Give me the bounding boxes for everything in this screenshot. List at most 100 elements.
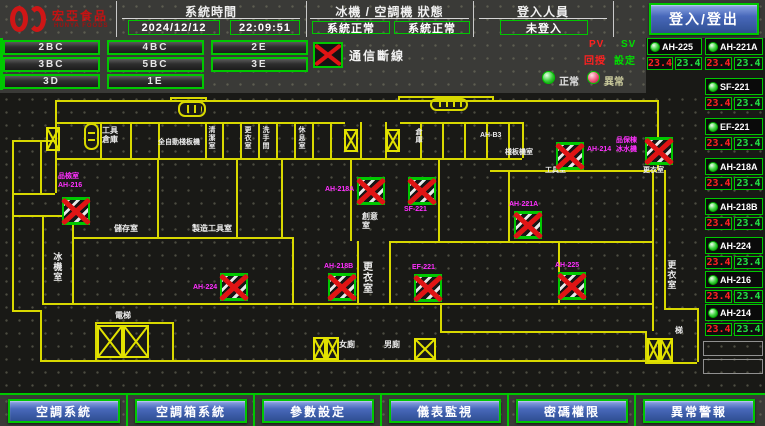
status-led-icon (708, 241, 718, 251)
comm-loss-unit-AH-214[interactable] (556, 142, 584, 170)
wall (222, 122, 224, 158)
room-label: 全自動棧板機 (158, 139, 200, 147)
nav-button-4[interactable]: 儀表監視 (389, 399, 501, 423)
floor-button-2E[interactable]: 2E (211, 40, 308, 55)
room-label: 更衣室 (643, 167, 664, 175)
unit-pv-value: 23.4 (647, 57, 673, 70)
nav-button-6[interactable]: 異常警報 (643, 399, 755, 423)
comm-loss-unit-SF-221[interactable] (408, 177, 436, 205)
floor-button-3E[interactable]: 3E (211, 57, 308, 72)
comm-loss-legend-icon (313, 42, 343, 68)
unit-name: AH-224 (720, 241, 751, 251)
wall (40, 310, 42, 360)
wall (438, 158, 440, 241)
unit-sv-value: 23.4 (734, 57, 763, 70)
status-led-icon (650, 42, 660, 52)
room-label: 更衣室 (666, 260, 676, 290)
stairs-icon (84, 123, 99, 150)
unit-button-AH-221A[interactable]: AH-221A (705, 38, 763, 55)
chiller-status-value: 系統正常 (312, 21, 390, 34)
stairs-icon (430, 98, 468, 111)
unit-name: AH-214 (720, 308, 751, 318)
room-label: 洗手間 (261, 126, 269, 150)
stair-hatch-icon (386, 129, 400, 152)
unit-name: EF-221 (720, 122, 750, 132)
wall (350, 158, 352, 241)
logo-subtitle: HUNYA FOODS (54, 23, 109, 29)
floor-button-5BC[interactable]: 5BC (107, 57, 204, 72)
unit-button-AH-218A[interactable]: AH-218A (705, 158, 763, 175)
floor-button-4BC[interactable]: 4BC (107, 40, 204, 55)
wall (172, 322, 174, 360)
comm-loss-unit-AH-225[interactable] (558, 272, 586, 300)
comm-loss-unit-AH-218A[interactable] (357, 177, 385, 205)
comm-loss-unit-AH-216[interactable] (62, 197, 90, 225)
login-logout-button[interactable]: 登入/登出 (649, 3, 759, 35)
unit-name: SF-221 (720, 82, 750, 92)
unit-pv-value: 23.4 (705, 57, 732, 70)
pv-label: PV (589, 39, 604, 50)
unit-button-AH-218B[interactable]: AH-218B (705, 198, 763, 215)
wall (205, 97, 207, 100)
unit-button-AH-216[interactable]: AH-216 (705, 271, 763, 288)
wall (12, 193, 55, 195)
comm-loss-unit-EF-221[interactable] (414, 274, 442, 302)
stair-hatch-icon (97, 325, 149, 358)
unit-name: AH-218A (720, 162, 758, 172)
hunya-logo-icon (8, 4, 50, 34)
wall (258, 122, 260, 158)
wall (312, 122, 314, 158)
floor-button-1E[interactable]: 1E (107, 74, 204, 89)
comm-loss-unit-chiller[interactable] (645, 137, 673, 165)
nav-button-3[interactable]: 參數設定 (262, 399, 374, 423)
wall (55, 100, 657, 102)
floor-button-3D[interactable]: 3D (3, 74, 100, 89)
unit-name: AH-221A (720, 42, 758, 52)
unit-sv-value: 23.4 (734, 290, 763, 303)
sv-name-label: 設定 (614, 52, 636, 67)
wall (360, 122, 362, 158)
unit-button-AH-225[interactable]: AH-225 (647, 38, 702, 55)
room-label: 休息室 (297, 126, 305, 150)
unit-plan-label: AH-218B (324, 262, 353, 271)
comm-loss-unit-AH-218B[interactable] (328, 273, 356, 301)
unit-button-AH-224[interactable]: AH-224 (705, 237, 763, 254)
wall (236, 158, 238, 237)
nav-button-2[interactable]: 空調箱系統 (135, 399, 247, 423)
wall (130, 122, 132, 158)
ahu-status-value: 系統正常 (394, 21, 470, 34)
unit-plan-label: 品保棟 冰水機 (616, 136, 637, 154)
wall (357, 241, 359, 303)
wall (95, 322, 172, 324)
room-label: 清潔室 (207, 126, 215, 150)
unit-plan-label: 品檢室 AH-216 (58, 172, 82, 190)
floor-button-3BC[interactable]: 3BC (3, 57, 100, 72)
floor-button-2BC[interactable]: 2BC (3, 40, 100, 55)
comm-loss-unit-AH-224[interactable] (220, 273, 248, 301)
nav-separator (507, 395, 509, 426)
comm-loss-legend-label: 通信斷線 (349, 47, 405, 64)
nav-button-1[interactable]: 空調系統 (8, 399, 120, 423)
unit-sv-value: 23.4 (734, 177, 763, 190)
stair-hatch-icon (313, 337, 339, 360)
stair-hatch-icon (414, 338, 436, 360)
wall (400, 122, 522, 124)
wall (492, 96, 494, 100)
wall (645, 362, 697, 364)
comm-loss-unit-AH-221A[interactable] (514, 211, 542, 239)
wall (440, 303, 442, 331)
wall (330, 122, 332, 158)
unit-pv-value: 23.4 (705, 290, 732, 303)
wall (72, 215, 74, 303)
unit-button-SF-221[interactable]: SF-221 (705, 78, 763, 95)
nav-button-5[interactable]: 密碼權限 (516, 399, 628, 423)
wall (55, 122, 345, 124)
wall (442, 122, 444, 158)
unit-pv-value: 23.4 (705, 217, 732, 230)
room-label: 棧板機室 (505, 149, 533, 157)
wall (170, 97, 172, 100)
wall (389, 241, 652, 243)
unit-button-AH-214[interactable]: AH-214 (705, 304, 763, 321)
wall (42, 215, 44, 303)
unit-button-EF-221[interactable]: EF-221 (705, 118, 763, 135)
